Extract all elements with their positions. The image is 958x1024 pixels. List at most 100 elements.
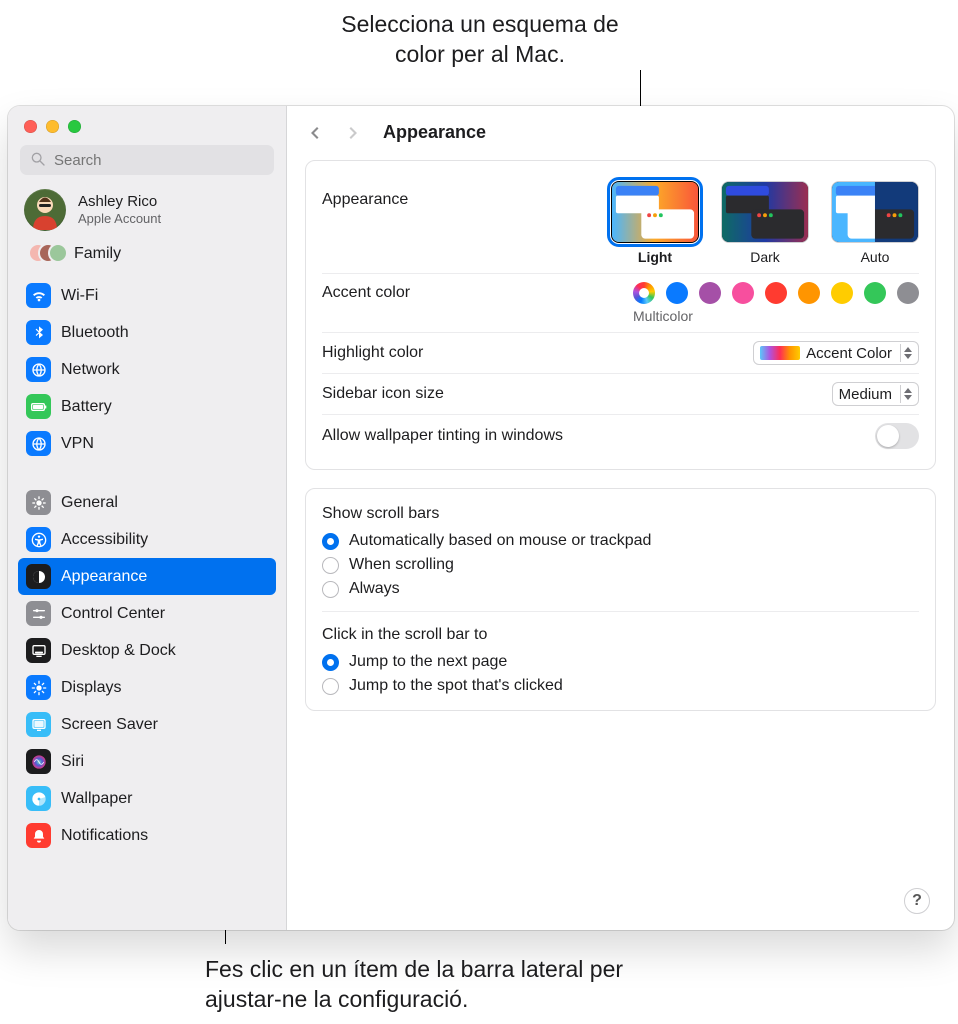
accent-swatch[interactable] xyxy=(732,282,754,304)
sidebar-item-notifications[interactable]: Notifications xyxy=(18,817,276,854)
page-title: Appearance xyxy=(383,122,486,143)
radio-label: When scrolling xyxy=(349,556,454,574)
search-input[interactable] xyxy=(20,145,274,175)
highlight-popup[interactable]: Accent Color xyxy=(753,341,919,365)
appearance-option-label: Auto xyxy=(861,249,890,265)
accent-swatch[interactable] xyxy=(666,282,688,304)
tinting-label: Allow wallpaper tinting in windows xyxy=(322,427,563,445)
appearance-option-dark[interactable] xyxy=(721,181,809,243)
accent-swatch[interactable] xyxy=(798,282,820,304)
sidebar-item-desktop-dock[interactable]: Desktop & Dock xyxy=(18,632,276,669)
radio-option[interactable]: When scrolling xyxy=(322,553,919,577)
radio-icon xyxy=(322,678,339,695)
sidebar-item-family[interactable]: Family xyxy=(8,237,286,273)
radio-icon xyxy=(322,557,339,574)
sidebar-item-account[interactable]: Ashley Rico Apple Account xyxy=(8,185,286,235)
accent-swatch[interactable] xyxy=(699,282,721,304)
accent-swatch[interactable] xyxy=(765,282,787,304)
radio-option[interactable]: Automatically based on mouse or trackpad xyxy=(322,529,919,553)
appearance-label: Appearance xyxy=(322,181,408,209)
callout-top: Selecciona un esquema de color per al Ma… xyxy=(320,10,640,70)
sidebar-item-vpn[interactable]: VPN xyxy=(18,425,276,462)
wifi-icon xyxy=(26,283,51,308)
network-icon xyxy=(26,357,51,382)
sidebar-item-label: Network xyxy=(61,361,120,379)
sidebar-item-network[interactable]: Network xyxy=(18,351,276,388)
radio-icon xyxy=(322,654,339,671)
radio-label: Jump to the spot that's clicked xyxy=(349,677,563,695)
radio-label: Automatically based on mouse or trackpad xyxy=(349,532,651,550)
bluetooth-icon xyxy=(26,320,51,345)
control-center-icon xyxy=(26,601,51,626)
displays-icon xyxy=(26,675,51,700)
accent-swatches xyxy=(633,282,919,304)
sidebar-item-displays[interactable]: Displays xyxy=(18,669,276,706)
gradient-icon xyxy=(760,346,800,360)
close-icon[interactable] xyxy=(24,120,37,133)
sidebar-item-label: VPN xyxy=(61,435,94,453)
help-button[interactable]: ? xyxy=(904,888,930,914)
sidebar-item-label: Wallpaper xyxy=(61,790,132,808)
stepper-icon xyxy=(900,385,914,403)
sidebar-item-label: Bluetooth xyxy=(61,324,129,342)
sidebar-item-label: Notifications xyxy=(61,827,148,845)
radio-option[interactable]: Jump to the next page xyxy=(322,650,919,674)
radio-label: Always xyxy=(349,580,400,598)
sidebar-item-label: Accessibility xyxy=(61,531,148,549)
sidebar-item-label: Displays xyxy=(61,679,121,697)
sidebar-item-label: General xyxy=(61,494,118,512)
accent-swatch[interactable] xyxy=(633,282,655,304)
avatar xyxy=(24,189,66,231)
sidebar-item-accessibility[interactable]: Accessibility xyxy=(18,521,276,558)
radio-option[interactable]: Always xyxy=(322,577,919,601)
sidebar-item-wallpaper[interactable]: Wallpaper xyxy=(18,780,276,817)
radio-icon xyxy=(322,533,339,550)
account-name: Ashley Rico xyxy=(78,193,161,211)
sidebar-item-label: Battery xyxy=(61,398,112,416)
scrollbars-panel: Show scroll bars Automatically based on … xyxy=(305,488,936,711)
titlebar: Appearance xyxy=(287,106,954,160)
accent-swatch[interactable] xyxy=(864,282,886,304)
forward-button[interactable] xyxy=(341,122,363,144)
sidebar-item-screen-saver[interactable]: Screen Saver xyxy=(18,706,276,743)
sidebar-size-label: Sidebar icon size xyxy=(322,385,444,403)
accessibility-icon xyxy=(26,527,51,552)
sidebar-item-bluetooth[interactable]: Bluetooth xyxy=(18,314,276,351)
search-icon xyxy=(30,151,46,167)
sidebar-item-label: Appearance xyxy=(61,568,147,586)
appearance-option-light[interactable] xyxy=(611,181,699,243)
sidebar-item-control-center[interactable]: Control Center xyxy=(18,595,276,632)
scroll-click-title: Click in the scroll bar to xyxy=(322,622,919,644)
sidebar-item-label: Screen Saver xyxy=(61,716,158,734)
stepper-icon xyxy=(900,344,914,362)
appearance-option-label: Dark xyxy=(750,249,780,265)
sidebar-item-general[interactable]: General xyxy=(18,484,276,521)
family-icon xyxy=(28,243,64,265)
radio-option[interactable]: Jump to the spot that's clicked xyxy=(322,674,919,698)
general-icon xyxy=(26,490,51,515)
family-label: Family xyxy=(74,245,121,263)
vpn-icon xyxy=(26,431,51,456)
accent-swatch[interactable] xyxy=(897,282,919,304)
back-button[interactable] xyxy=(305,122,327,144)
appearance-options: LightDarkAuto xyxy=(611,181,919,265)
sidebar-item-battery[interactable]: Battery xyxy=(18,388,276,425)
sidebar-size-value: Medium xyxy=(839,386,892,403)
appearance-option-auto[interactable] xyxy=(831,181,919,243)
sidebar-item-label: Wi-Fi xyxy=(61,287,98,305)
screen-saver-icon xyxy=(26,712,51,737)
window-controls xyxy=(8,106,286,145)
battery-icon xyxy=(26,394,51,419)
sidebar-item-label: Control Center xyxy=(61,605,165,623)
sidebar-item-siri[interactable]: Siri xyxy=(18,743,276,780)
radio-icon xyxy=(322,581,339,598)
appearance-icon xyxy=(26,564,51,589)
tinting-toggle[interactable] xyxy=(875,423,919,449)
sidebar-size-popup[interactable]: Medium xyxy=(832,382,919,406)
sidebar-item-wifi[interactable]: Wi-Fi xyxy=(18,277,276,314)
minimize-icon[interactable] xyxy=(46,120,59,133)
zoom-icon[interactable] xyxy=(68,120,81,133)
sidebar-item-appearance[interactable]: Appearance xyxy=(18,558,276,595)
siri-icon xyxy=(26,749,51,774)
accent-swatch[interactable] xyxy=(831,282,853,304)
